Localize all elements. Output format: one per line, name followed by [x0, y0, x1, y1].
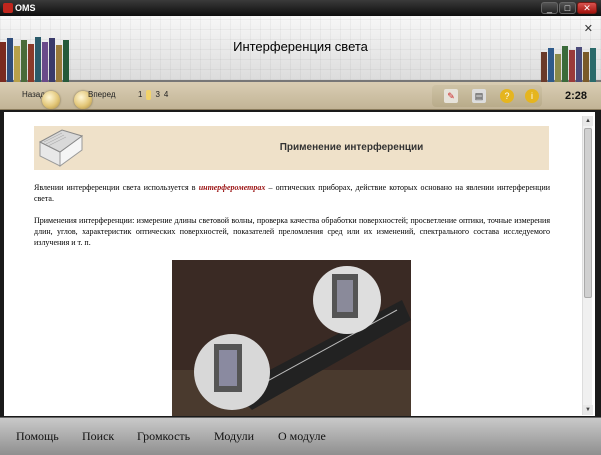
- scroll-thumb[interactable]: [584, 128, 592, 298]
- close-button[interactable]: ✕: [577, 2, 597, 14]
- bottom-menu-bar: Помощь Поиск Громкость Модули О модуле: [0, 417, 601, 455]
- observatory-photo: [172, 260, 411, 416]
- paragraph-applications: Применения интерференции: измерение длин…: [34, 216, 550, 247]
- content-area: Применение интерференции Явлении интерфе…: [4, 112, 595, 416]
- back-button[interactable]: Назад: [6, 84, 66, 109]
- section-title: Применение интерференции: [279, 142, 424, 153]
- info-icon[interactable]: i: [525, 89, 539, 103]
- tool-icons-group: ✎ ▤ ? i: [432, 85, 542, 107]
- paragraph-interferometers: Явлении интерференции света используется…: [34, 182, 550, 204]
- forward-label: Вперед: [88, 90, 116, 99]
- menu-about[interactable]: О модуле: [278, 429, 326, 444]
- page-selector: 1 34: [138, 90, 172, 100]
- app-icon: [3, 3, 13, 13]
- header-banner: Интерференция света ✕: [0, 16, 601, 82]
- page-link-3[interactable]: 3: [155, 90, 159, 99]
- section-header: Применение интерференции: [34, 126, 549, 170]
- forward-button[interactable]: Вперед: [70, 84, 130, 109]
- page-link-4[interactable]: 4: [164, 90, 168, 99]
- menu-search[interactable]: Поиск: [82, 429, 114, 444]
- navigation-bar: Назад Вперед 1 34 ✎ ▤ ? i 2:28: [0, 82, 601, 110]
- scroll-down-arrow-icon[interactable]: ▼: [583, 405, 593, 415]
- menu-modules[interactable]: Модули: [214, 429, 254, 444]
- bookmark-icon[interactable]: ✎: [444, 89, 458, 103]
- lesson-title: Интерференция света: [233, 39, 368, 54]
- menu-volume[interactable]: Громкость: [137, 429, 190, 444]
- scroll-up-arrow-icon[interactable]: ▲: [583, 116, 593, 126]
- back-knob-icon: [42, 91, 60, 109]
- maximize-button[interactable]: □: [559, 2, 576, 14]
- close-lesson-icon[interactable]: ✕: [584, 22, 593, 35]
- page-link-1[interactable]: 1: [138, 90, 142, 99]
- term-link-interferometers[interactable]: интерферометрах: [199, 183, 266, 192]
- current-page-indicator[interactable]: [146, 90, 152, 100]
- window-titlebar: OMS _ □ ✕: [0, 0, 601, 16]
- print-icon[interactable]: ▤: [472, 89, 486, 103]
- help-icon[interactable]: ?: [500, 89, 514, 103]
- window-title: OMS: [15, 3, 36, 13]
- p1-text-start: Явлении интерференции света используется…: [34, 183, 199, 192]
- content-scrollbar[interactable]: ▲ ▼: [582, 116, 593, 415]
- menu-help[interactable]: Помощь: [16, 429, 59, 444]
- session-timer: 2:28: [564, 90, 587, 102]
- bookshelf-right-image: [539, 44, 601, 82]
- minimize-button[interactable]: _: [541, 2, 558, 14]
